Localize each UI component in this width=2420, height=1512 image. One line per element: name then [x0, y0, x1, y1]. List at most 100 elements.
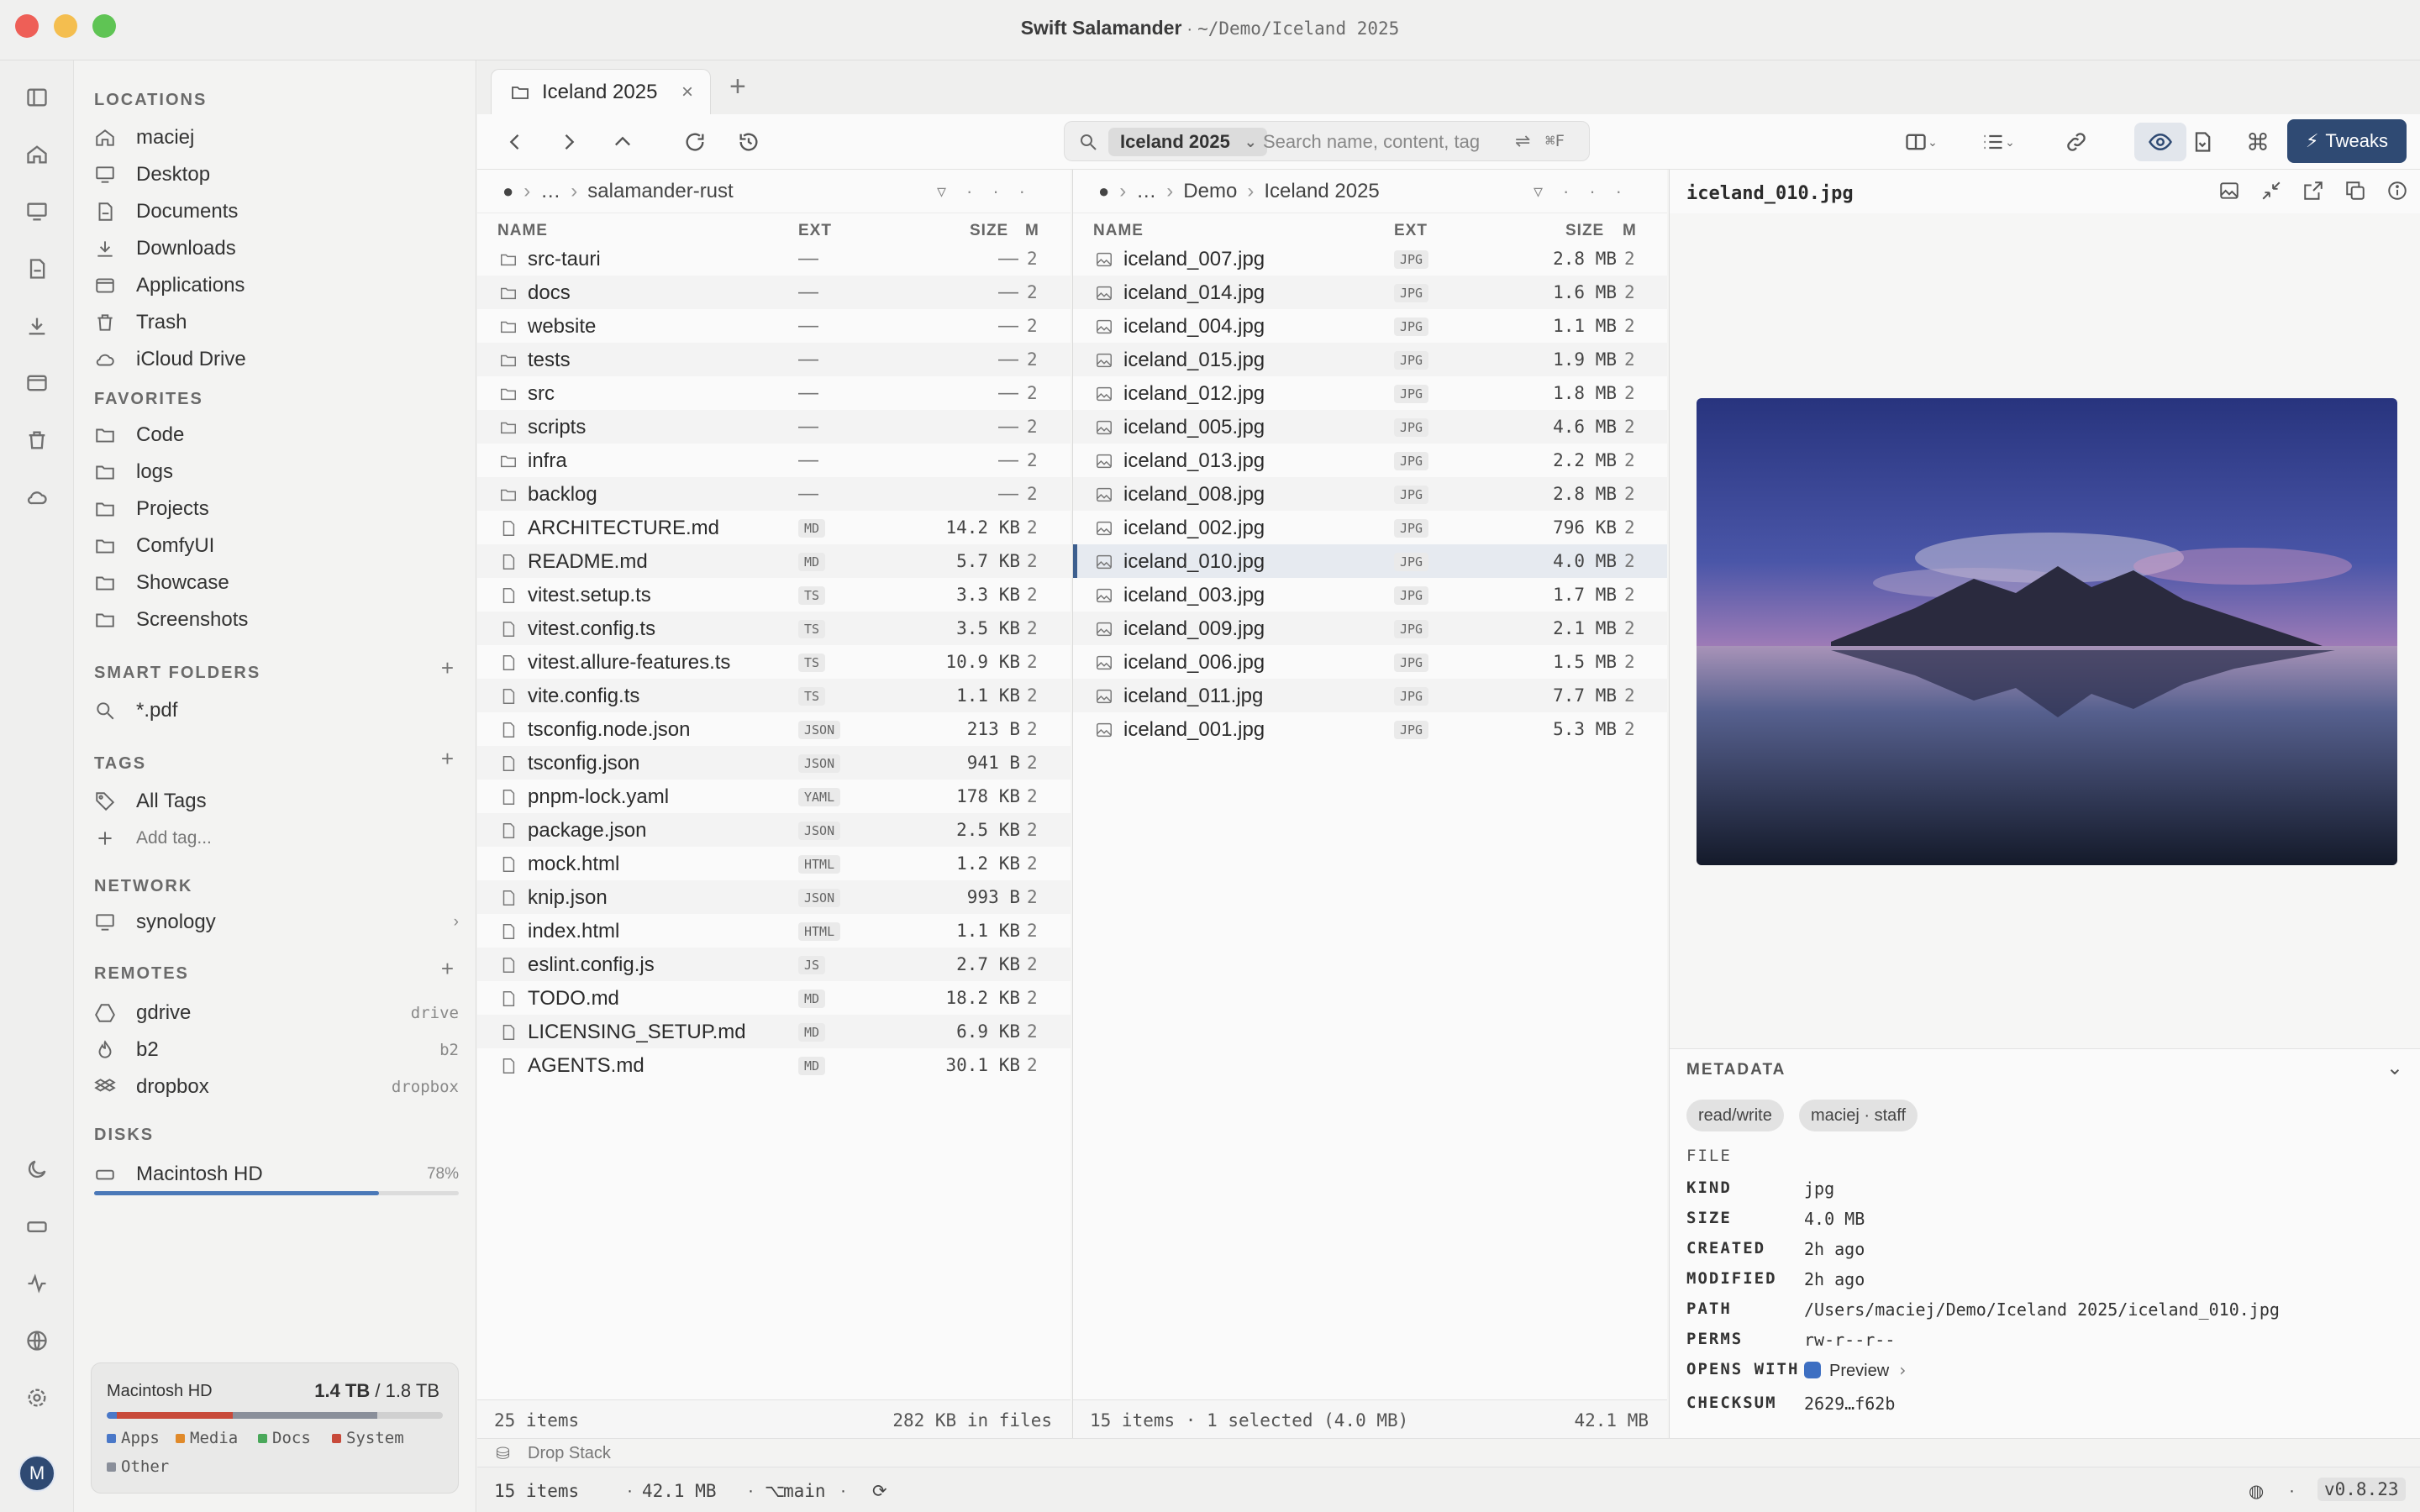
table-row[interactable]: README.md MD 5.7 KB 2	[477, 544, 1071, 578]
search-input[interactable]	[1263, 128, 1507, 156]
moon-icon[interactable]	[20, 1152, 54, 1186]
table-row[interactable]: iceland_004.jpg JPG 1.1 MB 2	[1073, 309, 1667, 343]
home-icon[interactable]	[20, 138, 54, 171]
table-row[interactable]: infra — — 2	[477, 444, 1071, 477]
table-row[interactable]: tsconfig.node.json JSON 213 B 2	[477, 712, 1071, 746]
name-column-header[interactable]: NAME	[497, 222, 548, 240]
tab-iceland-2025[interactable]: Iceland 2025 ×	[491, 69, 711, 114]
sidebar-item-b2[interactable]: b2 b2	[94, 1033, 459, 1067]
sidebar-item-synology[interactable]: synology ›	[94, 906, 459, 939]
table-row[interactable]: iceland_003.jpg JPG 1.7 MB 2	[1073, 578, 1667, 612]
table-row[interactable]: iceland_001.jpg JPG 5.3 MB 2	[1073, 712, 1667, 746]
add-tag-plus-button[interactable]: +	[441, 746, 454, 772]
filter-icon[interactable]: ⇌	[1515, 130, 1530, 152]
sidebar-item-screenshots[interactable]: Screenshots	[94, 603, 459, 637]
close-tab-icon[interactable]: ×	[681, 81, 693, 104]
refresh-button[interactable]	[679, 126, 711, 158]
table-row[interactable]: vitest.setup.ts TS 3.3 KB 2	[477, 578, 1071, 612]
sidebar-item-code[interactable]: Code	[94, 418, 459, 452]
table-row[interactable]: iceland_005.jpg JPG 4.6 MB 2	[1073, 410, 1667, 444]
table-row[interactable]: iceland_013.jpg JPG 2.2 MB 2	[1073, 444, 1667, 477]
sidebar-item-smart-pdf[interactable]: *.pdf	[94, 694, 459, 727]
drive-icon[interactable]	[20, 1210, 54, 1243]
table-row[interactable]: iceland_007.jpg JPG 2.8 MB 2	[1073, 242, 1667, 276]
modified-column-header[interactable]: M	[1623, 222, 1637, 240]
table-row[interactable]: knip.json JSON 993 B 2	[477, 880, 1071, 914]
sidebar-item-gdrive[interactable]: gdrive drive	[94, 996, 459, 1030]
avatar[interactable]: M	[18, 1455, 55, 1492]
add-smart-folder-button[interactable]: +	[441, 655, 454, 681]
table-row[interactable]: docs — — 2	[477, 276, 1071, 309]
table-row[interactable]: tests — — 2	[477, 343, 1071, 376]
ext-column-header[interactable]: EXT	[1394, 222, 1428, 240]
applications-icon[interactable]	[20, 366, 54, 400]
name-column-header[interactable]: NAME	[1093, 222, 1144, 240]
sidebar-item-documents[interactable]: Documents	[94, 195, 459, 228]
drop-stack[interactable]: ⛁ Drop Stack	[477, 1438, 2420, 1467]
activity-icon[interactable]	[20, 1267, 54, 1300]
back-button[interactable]	[499, 126, 531, 158]
downloads-icon[interactable]	[20, 309, 54, 343]
sidebar-item-logs[interactable]: logs	[94, 455, 459, 489]
table-row[interactable]: iceland_008.jpg JPG 2.8 MB 2	[1073, 477, 1667, 511]
settings-icon[interactable]	[20, 1381, 54, 1415]
desktop-icon[interactable]	[20, 195, 54, 228]
table-row[interactable]: pnpm-lock.yaml YAML 178 KB 2	[477, 780, 1071, 813]
breadcrumb-ellipsis[interactable]: …	[540, 180, 560, 203]
sidebar-item-all-tags[interactable]: All Tags	[94, 785, 459, 818]
table-row[interactable]: src — — 2	[477, 376, 1071, 410]
table-row[interactable]: iceland_006.jpg JPG 1.5 MB 2	[1073, 645, 1667, 679]
preview-toggle-button[interactable]	[2134, 123, 2186, 161]
new-tab-button[interactable]: +	[729, 71, 746, 103]
link-button[interactable]	[2060, 126, 2092, 158]
pane-tools[interactable]: ▿···	[937, 181, 1045, 202]
breadcrumb-segment[interactable]: Demo	[1183, 180, 1237, 203]
table-row[interactable]: scripts — — 2	[477, 410, 1071, 444]
search-scope-dropdown[interactable]: Iceland 2025 ⌄	[1108, 128, 1267, 156]
size-column-header[interactable]: SIZE	[970, 222, 1008, 240]
apple-icon[interactable]: ●	[502, 181, 513, 202]
globe-icon[interactable]	[20, 1324, 54, 1357]
modified-column-header[interactable]: M	[1025, 222, 1039, 240]
table-row[interactable]: vitest.allure-features.ts TS 10.9 KB 2	[477, 645, 1071, 679]
table-row[interactable]: TODO.md MD 18.2 KB 2	[477, 981, 1071, 1015]
table-row[interactable]: ARCHITECTURE.md MD 14.2 KB 2	[477, 511, 1071, 544]
table-row[interactable]: iceland_002.jpg JPG 796 KB 2	[1073, 511, 1667, 544]
image-icon[interactable]	[2218, 180, 2240, 202]
sidebar-item-downloads[interactable]: Downloads	[94, 232, 459, 265]
sidebar-item-showcase[interactable]: Showcase	[94, 566, 459, 600]
table-row[interactable]: iceland_015.jpg JPG 1.9 MB 2	[1073, 343, 1667, 376]
table-row[interactable]: package.json JSON 2.5 KB 2	[477, 813, 1071, 847]
compare-button[interactable]	[2186, 126, 2218, 158]
collapse-icon[interactable]	[2260, 180, 2282, 202]
sidebar-item-comfyui[interactable]: ComfyUI	[94, 529, 459, 563]
table-row[interactable]: eslint.config.js JS 2.7 KB 2	[477, 948, 1071, 981]
breadcrumb-segment[interactable]: Iceland 2025	[1264, 180, 1379, 203]
ext-column-header[interactable]: EXT	[798, 222, 832, 240]
sidebar-item-applications[interactable]: Applications	[94, 269, 459, 302]
tweaks-button[interactable]: ⚡ Tweaks	[2287, 119, 2407, 163]
collapse-metadata-icon[interactable]: ⌄	[2386, 1056, 2403, 1080]
table-row[interactable]: iceland_012.jpg JPG 1.8 MB 2	[1073, 376, 1667, 410]
layout-menu-button[interactable]: ⌄	[1896, 126, 1946, 158]
table-row[interactable]: index.html HTML 1.1 KB 2	[477, 914, 1071, 948]
sidebar-item-icloud-drive[interactable]: iCloud Drive	[94, 343, 459, 376]
table-row[interactable]: AGENTS.md MD 30.1 KB 2	[477, 1048, 1071, 1082]
table-row[interactable]: website — — 2	[477, 309, 1071, 343]
sidebar-item-trash[interactable]: Trash	[94, 306, 459, 339]
table-row[interactable]: src-tauri — — 2	[477, 242, 1071, 276]
table-row[interactable]: iceland_009.jpg JPG 2.1 MB 2	[1073, 612, 1667, 645]
table-row[interactable]: mock.html HTML 1.2 KB 2	[477, 847, 1071, 880]
view-mode-button[interactable]: ⌄	[1973, 126, 2023, 158]
documents-icon[interactable]	[20, 252, 54, 286]
meta-value-opens-with[interactable]: Preview ›	[1804, 1360, 1907, 1381]
cloud-icon[interactable]	[20, 480, 54, 514]
command-button[interactable]: ⌘	[2242, 126, 2274, 158]
info-icon[interactable]	[2386, 180, 2408, 202]
git-branch[interactable]: main	[783, 1481, 826, 1501]
pane-tools[interactable]: ▿···	[1534, 181, 1642, 202]
table-row[interactable]: iceland_011.jpg JPG 7.7 MB 2	[1073, 679, 1667, 712]
table-row[interactable]: backlog — — 2	[477, 477, 1071, 511]
sidebar-item-maciej[interactable]: maciej	[94, 121, 459, 155]
apple-icon[interactable]: ●	[1098, 181, 1109, 202]
